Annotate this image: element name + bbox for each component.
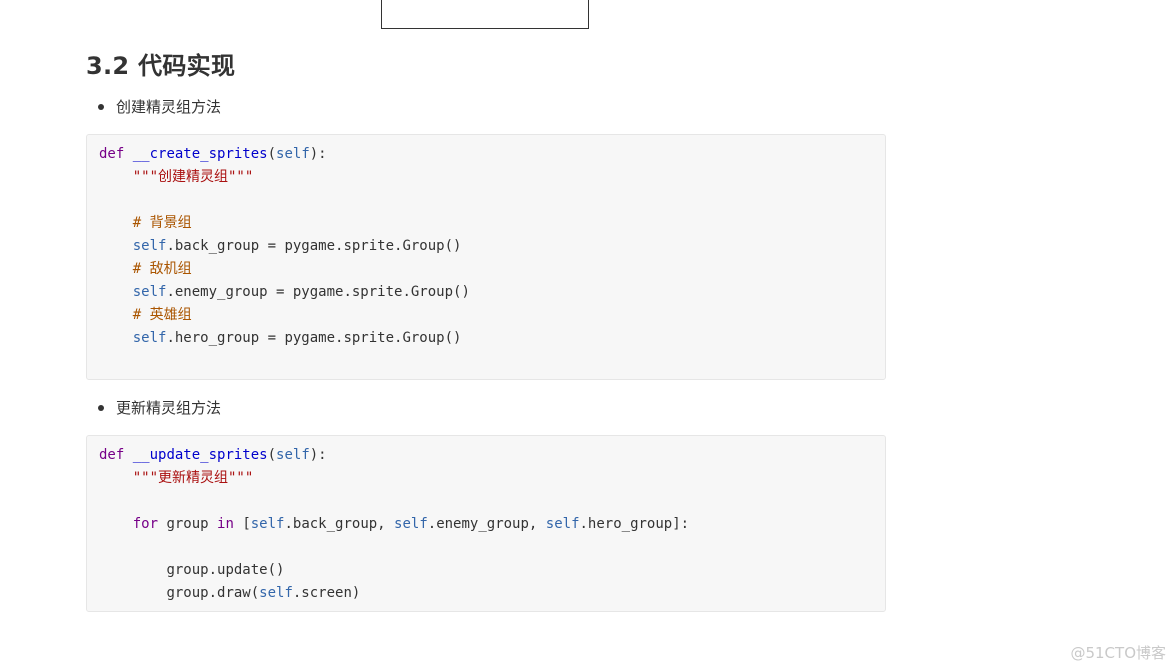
docstring: """更新精灵组""" — [132, 470, 254, 486]
docstring: """创建精灵组""" — [132, 169, 254, 185]
function-name: __create_sprites — [132, 146, 268, 162]
code-line: self.enemy_group = pygame.sprite.Group() — [99, 281, 873, 304]
list-item-label: 创建精灵组方法 — [116, 98, 222, 116]
code-line: """更新精灵组""" — [99, 467, 873, 490]
code-text: .back_group = pygame.sprite.Group() — [166, 238, 462, 254]
code-line: # 敌机组 — [99, 258, 873, 281]
code-text: ): — [309, 146, 327, 162]
keyword-def: def — [99, 447, 125, 463]
code-text: .hero_group = pygame.sprite.Group() — [166, 330, 462, 346]
code-line: self.hero_group = pygame.sprite.Group() — [99, 327, 873, 350]
code-text: .screen) — [292, 585, 361, 601]
comment: # 敌机组 — [132, 261, 192, 277]
bullet-dot — [98, 103, 104, 110]
bullet-dot — [98, 404, 104, 411]
code-text: .back_group, — [284, 516, 395, 532]
code-line: def __create_sprites(self): — [99, 143, 873, 166]
self-keyword: self — [250, 516, 285, 532]
code-text: .enemy_group = pygame.sprite.Group() — [166, 284, 470, 300]
section-title: 3.2 代码实现 — [86, 52, 236, 80]
keyword-in: in — [217, 516, 234, 532]
code-text: group — [158, 516, 218, 532]
code-line: group.update() — [99, 559, 873, 582]
code-text: group.draw( — [166, 585, 260, 601]
image-frame — [381, 0, 589, 29]
watermark: @51CTO博客 — [1070, 644, 1166, 662]
list-item: 更新精灵组方法 — [98, 397, 221, 418]
self-keyword: self — [132, 330, 167, 346]
code-text: .enemy_group, — [427, 516, 546, 532]
code-text: group.update() — [166, 562, 285, 578]
code-text: [ — [233, 516, 251, 532]
self-keyword: self — [259, 585, 293, 601]
code-line: # 背景组 — [99, 212, 873, 235]
code-line: def __update_sprites(self): — [99, 444, 873, 467]
self-keyword: self — [276, 146, 310, 162]
keyword-def: def — [99, 146, 125, 162]
list-item: 创建精灵组方法 — [98, 96, 221, 117]
list-item-label: 更新精灵组方法 — [116, 399, 222, 417]
self-keyword: self — [276, 447, 310, 463]
code-text: ): — [309, 447, 327, 463]
code-line: self.back_group = pygame.sprite.Group() — [99, 235, 873, 258]
code-block-update-sprites: def __update_sprites(self): """更新精灵组""" … — [86, 435, 886, 612]
function-name: __update_sprites — [132, 447, 268, 463]
comment: # 英雄组 — [132, 307, 192, 323]
code-line: group.draw(self.screen) — [99, 582, 873, 605]
keyword-for: for — [132, 516, 159, 532]
code-block-create-sprites: def __create_sprites(self): """创建精灵组""" … — [86, 134, 886, 380]
self-keyword: self — [132, 238, 167, 254]
code-text: .hero_group]: — [579, 516, 690, 532]
code-line: """创建精灵组""" — [99, 166, 873, 189]
self-keyword: self — [132, 284, 167, 300]
code-line: # 英雄组 — [99, 304, 873, 327]
code-text: ( — [267, 447, 277, 463]
comment: # 背景组 — [132, 215, 192, 231]
self-keyword: self — [394, 516, 428, 532]
self-keyword: self — [545, 516, 580, 532]
code-text: ( — [267, 146, 277, 162]
code-line: for group in [self.back_group, self.enem… — [99, 513, 873, 536]
